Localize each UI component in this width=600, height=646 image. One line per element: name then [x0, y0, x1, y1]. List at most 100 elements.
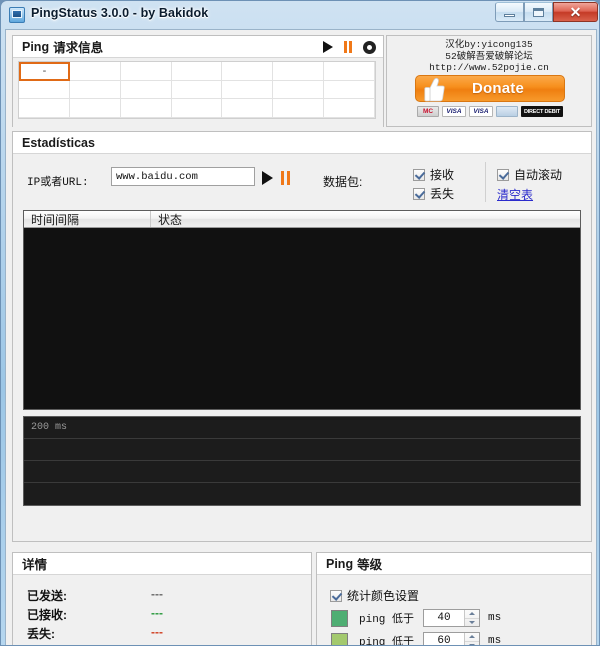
stepper-up-2[interactable] [465, 633, 480, 642]
stepper-buttons-2[interactable] [464, 633, 480, 645]
grid-cell[interactable] [171, 62, 223, 81]
stepper-down-2[interactable] [465, 642, 479, 645]
grid-cell[interactable] [120, 62, 172, 81]
ping-level-panel: Ping 等级 统计颜色设置 ping 低于 40 ms ping 低于 60 … [316, 552, 592, 646]
ping-threshold-value-1[interactable]: 40 [424, 610, 464, 626]
checkbox-receive-box[interactable] [413, 168, 425, 181]
grid-cell[interactable] [19, 80, 70, 100]
close-icon: ✕ [569, 4, 582, 20]
packets-label: 数据包: [323, 175, 363, 189]
ping-graph: 200 ms [23, 416, 581, 506]
donate-panel: 汉化by:yicong135 52破解吾爱破解论坛 http://www.52p… [386, 35, 592, 127]
grid-cell[interactable] [222, 80, 274, 100]
close-button[interactable]: ✕ [553, 2, 598, 22]
checkbox-autoscroll-label: 自动滚动 [514, 168, 563, 182]
ping-request-grid[interactable]: - [18, 61, 376, 119]
detail-value-sent: --- [151, 587, 163, 601]
ping-unit-2: ms [488, 635, 502, 646]
grid-cell[interactable] [273, 62, 325, 81]
start-ping-icon[interactable] [262, 171, 273, 185]
stepper-down-1[interactable] [465, 619, 479, 627]
ping-request-body: - [13, 58, 383, 127]
details-panel: 详情 已发送: --- 已接收: --- 丢失: --- 连接失败: --- [12, 552, 312, 645]
minimize-button[interactable] [495, 2, 524, 22]
grid-cell[interactable] [69, 80, 121, 100]
color-swatch-lightgreen[interactable] [331, 632, 348, 645]
checkbox-lost-label: 丢失 [430, 187, 455, 201]
ping-log-header: 时间间隔 状态 [24, 211, 580, 228]
detail-value-lost: --- [151, 625, 163, 639]
maximize-button[interactable] [524, 2, 553, 22]
checkbox-receive-label: 接收 [430, 168, 455, 182]
checkbox-stat-color[interactable]: 统计颜色设置 [330, 587, 419, 604]
grid-cell[interactable] [273, 99, 325, 118]
grid-cell[interactable] [324, 62, 375, 81]
grid-cell[interactable] [222, 99, 274, 118]
grid-cell[interactable] [222, 62, 274, 81]
statistics-title: Estadísticas [22, 135, 95, 150]
application-window: PingStatus 3.0.0 - by Bakidok ✕ Ping 请求信… [0, 0, 600, 646]
ping-request-title: 请求信息 [53, 41, 104, 55]
app-icon [9, 7, 25, 23]
credit-line-1: 汉化by:yicong135 [445, 39, 533, 50]
ping-level-header: Ping 等级 [317, 553, 591, 575]
ping-threshold-stepper-1[interactable]: 40 [423, 609, 481, 627]
donate-button[interactable]: Donate [415, 75, 565, 102]
detail-label-sent: 已发送: [27, 589, 67, 603]
ping-request-controls [323, 36, 378, 58]
grid-cell[interactable] [171, 99, 223, 118]
grid-cell[interactable] [69, 62, 121, 81]
log-column-interval[interactable]: 时间间隔 [24, 211, 151, 227]
log-column-status[interactable]: 状态 [151, 211, 580, 227]
graph-gridline [24, 460, 580, 461]
grid-cell-selected[interactable]: - [19, 62, 70, 81]
ping-level-title: 等级 [357, 558, 383, 572]
grid-cell[interactable] [171, 80, 223, 100]
ping-request-title-prefix: Ping [22, 39, 50, 54]
pause-icon[interactable] [344, 41, 352, 53]
ping-unit-1: ms [488, 612, 502, 624]
thumbs-up-icon [424, 77, 445, 102]
statistics-header: Estadísticas [13, 132, 591, 154]
chevron-up-icon [469, 612, 476, 616]
visa-electron-icon: VISA [469, 106, 493, 117]
checkbox-autoscroll-box[interactable] [497, 168, 509, 181]
grid-cell[interactable] [19, 99, 70, 118]
maximize-icon [533, 7, 544, 17]
vertical-divider [485, 162, 486, 202]
detail-label-lost: 丢失: [27, 627, 55, 641]
graph-gridline [24, 482, 580, 483]
gear-icon[interactable] [361, 38, 378, 56]
checkbox-receive[interactable]: 接收 [413, 166, 454, 183]
grid-cell[interactable] [69, 99, 121, 118]
grid-cell[interactable] [120, 99, 172, 118]
checkbox-lost-box[interactable] [413, 187, 425, 200]
ping-threshold-stepper-2[interactable]: 60 [423, 632, 481, 645]
stepper-buttons-1[interactable] [464, 610, 480, 627]
credit-line-2: 52破解吾爱破解论坛 [445, 50, 533, 62]
translation-credit: 汉化by:yicong135 52破解吾爱破解论坛 http://www.52p… [387, 39, 591, 74]
ping-threshold-value-2[interactable]: 60 [424, 633, 464, 645]
play-icon[interactable] [323, 41, 333, 53]
grid-cell[interactable] [324, 99, 375, 118]
chevron-up-icon [469, 635, 476, 639]
pause-ping-icon[interactable] [281, 171, 290, 185]
color-swatch-green[interactable] [331, 609, 348, 627]
ping-log-list[interactable]: 时间间隔 状态 [23, 210, 581, 410]
ping-level-body: 统计颜色设置 ping 低于 40 ms ping 低于 60 ms [317, 575, 591, 646]
stepper-up-1[interactable] [465, 610, 480, 619]
title-bar[interactable]: PingStatus 3.0.0 - by Bakidok ✕ [1, 1, 599, 29]
checkbox-autoscroll[interactable]: 自动滚动 [497, 166, 562, 183]
ip-url-input[interactable] [111, 167, 255, 186]
checkbox-stat-color-box[interactable] [330, 589, 342, 602]
detail-row-lost: 丢失: --- [27, 625, 163, 642]
graph-y-axis-label: 200 ms [31, 422, 68, 433]
clear-table-link[interactable]: 清空表 [497, 186, 533, 203]
grid-cell[interactable] [324, 80, 375, 100]
grid-cell[interactable] [120, 80, 172, 100]
donate-button-label: Donate [471, 80, 525, 97]
grid-cell[interactable] [273, 80, 325, 100]
checkbox-lost[interactable]: 丢失 [413, 185, 454, 202]
mastercard-icon: MC [417, 106, 439, 117]
detail-value-received: --- [151, 606, 163, 620]
